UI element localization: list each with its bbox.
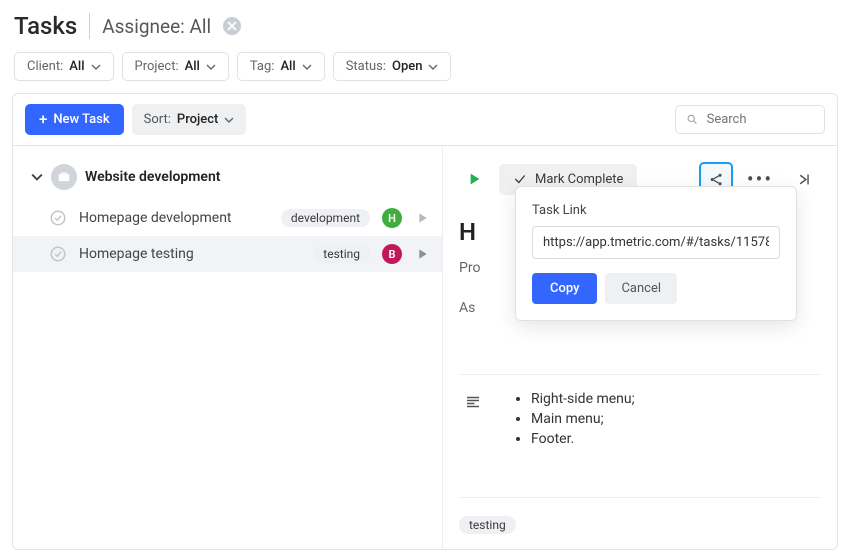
share-icon <box>708 171 725 188</box>
plus-icon: + <box>39 112 47 127</box>
project-icon <box>51 164 77 190</box>
avatar: H <box>382 208 402 228</box>
avatar: B <box>382 244 402 264</box>
task-row[interactable]: Homepage development development H <box>13 200 442 236</box>
task-link-popover: Task Link Copy Cancel <box>515 186 797 321</box>
copy-button[interactable]: Copy <box>532 273 597 304</box>
task-row[interactable]: Homepage testing testing B <box>13 236 442 272</box>
task-detail-tag[interactable]: testing <box>459 516 516 534</box>
task-name: Homepage development <box>79 210 269 226</box>
chevron-down-icon <box>224 115 234 125</box>
search-input[interactable] <box>707 112 814 127</box>
project-group-name: Website development <box>85 169 220 185</box>
filter-status[interactable]: Status:Open <box>333 52 452 81</box>
list-item: Main menu; <box>531 411 635 427</box>
cancel-button[interactable]: Cancel <box>605 273 677 304</box>
chevron-down-icon <box>302 62 312 72</box>
task-link-input[interactable] <box>532 226 780 259</box>
divider <box>89 13 90 39</box>
check-icon <box>513 172 527 186</box>
task-name: Homepage testing <box>79 246 301 262</box>
task-tag: development <box>281 209 370 227</box>
popover-label: Task Link <box>532 203 780 218</box>
close-icon <box>227 21 237 31</box>
search-input-wrap[interactable] <box>675 105 825 134</box>
list-item: Footer. <box>531 431 635 447</box>
divider <box>459 374 821 375</box>
play-icon <box>466 171 482 187</box>
collapse-right-icon <box>796 171 813 188</box>
project-group-row[interactable]: Website development <box>13 160 442 200</box>
complete-toggle-icon[interactable] <box>49 209 67 227</box>
task-tag: testing <box>313 245 370 263</box>
play-icon[interactable] <box>414 210 430 226</box>
filter-project[interactable]: Project:All <box>122 52 229 81</box>
chevron-down-icon <box>428 62 438 72</box>
page-title: Tasks <box>14 12 77 40</box>
sort-button[interactable]: Sort:Project <box>132 104 247 135</box>
filter-client[interactable]: Client:All <box>14 52 114 81</box>
search-icon <box>686 112 699 127</box>
list-item: Right-side menu; <box>531 391 635 407</box>
chevron-down-icon <box>206 62 216 72</box>
filter-tag[interactable]: Tag:All <box>237 52 325 81</box>
start-timer-button[interactable] <box>459 164 489 194</box>
chevron-down-icon <box>31 171 43 183</box>
description-list: Right-side menu; Main menu; Footer. <box>513 391 635 451</box>
clear-assignee-button[interactable] <box>223 17 241 35</box>
assignee-filter-label: Assignee: All <box>102 15 211 38</box>
description-icon <box>463 391 483 411</box>
complete-toggle-icon[interactable] <box>49 245 67 263</box>
chevron-down-icon <box>91 62 101 72</box>
new-task-button[interactable]: + New Task <box>25 104 124 135</box>
play-icon[interactable] <box>414 246 430 262</box>
